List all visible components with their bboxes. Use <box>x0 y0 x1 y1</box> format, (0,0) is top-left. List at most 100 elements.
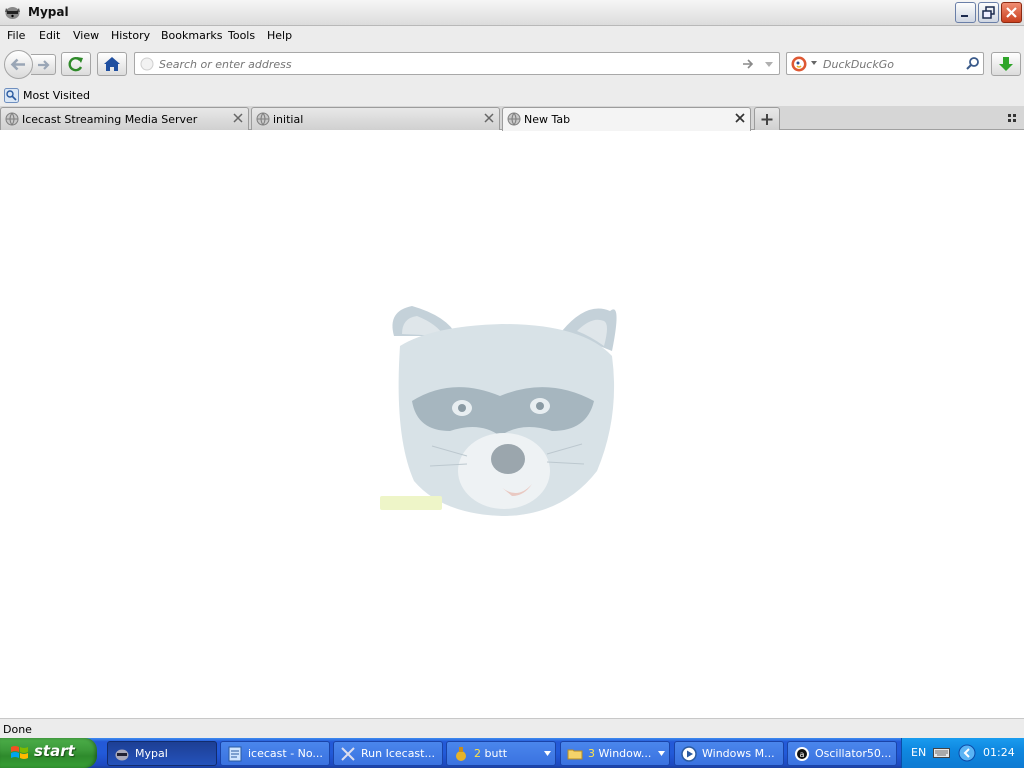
plus-icon <box>761 114 773 125</box>
globe-icon <box>5 112 19 126</box>
close-tab-icon[interactable] <box>484 113 494 123</box>
oscillator-icon: a <box>795 747 809 761</box>
task-label: 2 butt <box>474 747 507 760</box>
address-bar[interactable] <box>134 52 780 75</box>
site-identity-icon[interactable] <box>140 57 154 71</box>
mypal-icon <box>115 749 129 761</box>
status-text: Done <box>3 723 32 736</box>
most-visited-icon <box>4 87 19 103</box>
menu-help[interactable]: Help <box>267 29 292 42</box>
back-arrow-icon <box>10 58 25 71</box>
back-forward-group <box>4 50 58 79</box>
engine-dropdown-icon[interactable] <box>810 59 818 67</box>
tab-strip: Icecast Streaming Media Server initial N… <box>0 106 1024 131</box>
bookmarks-toolbar: Most Visited <box>0 84 1024 106</box>
forward-button[interactable] <box>31 54 56 75</box>
globe-icon <box>507 112 521 126</box>
tab-label: initial <box>273 113 304 126</box>
bookmark-label: Most Visited <box>23 88 90 102</box>
taskbar-item-oscillator[interactable]: a Oscillator50... <box>787 741 897 766</box>
run-icecast-icon <box>341 747 355 761</box>
home-button[interactable] <box>97 52 127 76</box>
close-tab-icon[interactable] <box>233 113 243 123</box>
duckduckgo-icon[interactable] <box>791 56 807 72</box>
tab-label: New Tab <box>524 113 571 126</box>
taskbar-item-run-icecast[interactable]: Run Icecast... <box>333 741 443 766</box>
search-input[interactable] <box>823 56 963 72</box>
system-tray: EN 01:24 <box>901 738 1024 768</box>
notepad-icon <box>228 746 242 762</box>
task-count: 2 <box>474 747 481 760</box>
task-label: icecast - No... <box>248 747 323 760</box>
butt-icon <box>456 747 466 761</box>
language-indicator[interactable]: EN <box>911 746 926 759</box>
minimize-icon <box>961 15 968 17</box>
taskbar: start Mypal icecast - No... Run Icecast.… <box>0 738 1024 768</box>
taskbar-item-mypal[interactable]: Mypal <box>107 741 217 766</box>
window-title: Mypal <box>28 5 69 19</box>
url-dropdown-icon[interactable] <box>763 57 775 71</box>
task-label-text: Window... <box>598 747 652 760</box>
search-icon[interactable] <box>965 56 980 71</box>
task-label-text: butt <box>484 747 508 760</box>
restore-button[interactable] <box>978 2 999 23</box>
home-icon <box>104 57 120 71</box>
clock: 01:24 <box>983 746 1015 759</box>
start-button[interactable]: start <box>0 738 97 768</box>
reload-icon <box>68 57 83 72</box>
go-arrow-icon[interactable] <box>741 57 755 71</box>
tab-new-tab[interactable]: New Tab <box>502 107 751 131</box>
media-player-icon <box>681 746 697 762</box>
close-button[interactable] <box>1001 2 1022 23</box>
download-arrow-icon <box>999 57 1013 71</box>
show-hidden-icons-icon[interactable] <box>958 744 976 762</box>
tab-initial[interactable]: initial <box>251 107 500 130</box>
downloads-button[interactable] <box>991 52 1021 76</box>
task-label: Windows M... <box>702 747 775 760</box>
restore-icon <box>982 6 995 19</box>
globe-icon <box>256 112 270 126</box>
bookmark-most-visited[interactable]: Most Visited <box>4 86 90 104</box>
status-bar: Done <box>0 718 1024 738</box>
svg-text:a: a <box>800 750 805 759</box>
taskbar-item-butt-group[interactable]: 2 butt <box>446 741 556 766</box>
menu-history[interactable]: History <box>111 29 150 42</box>
tab-icecast[interactable]: Icecast Streaming Media Server <box>0 107 249 130</box>
folder-icon <box>567 749 583 760</box>
task-count: 3 <box>588 747 595 760</box>
list-all-tabs-icon[interactable] <box>1006 112 1018 124</box>
mypal-app-icon[interactable] <box>4 4 21 21</box>
menu-bar: File Edit View History Bookmarks Tools H… <box>0 26 1024 46</box>
menu-file[interactable]: File <box>7 29 25 42</box>
forward-arrow-icon <box>38 60 50 70</box>
menu-view[interactable]: View <box>73 29 99 42</box>
minimize-button[interactable] <box>955 2 976 23</box>
menu-edit[interactable]: Edit <box>39 29 60 42</box>
start-label: start <box>34 742 75 760</box>
task-label: Run Icecast... <box>361 747 435 760</box>
windows-logo-icon <box>11 746 28 759</box>
close-icon <box>1006 7 1017 18</box>
keyboard-icon[interactable] <box>933 746 950 759</box>
task-label: Oscillator50... <box>815 747 892 760</box>
page-content <box>0 131 1024 718</box>
back-button[interactable] <box>4 50 33 79</box>
task-label: Mypal <box>135 747 168 760</box>
taskbar-item-windows-media[interactable]: Windows M... <box>674 741 784 766</box>
reload-button[interactable] <box>61 52 91 76</box>
chevron-down-icon <box>658 751 665 756</box>
menu-tools[interactable]: Tools <box>228 29 255 42</box>
menu-bookmarks[interactable]: Bookmarks <box>161 29 222 42</box>
navigation-toolbar <box>0 46 1024 84</box>
search-bar[interactable] <box>786 52 984 75</box>
raccoon-logo-icon <box>380 306 617 516</box>
close-tab-icon[interactable] <box>735 113 745 123</box>
task-label: 3 Window... <box>588 747 651 760</box>
title-bar: Mypal <box>0 0 1024 26</box>
url-input[interactable] <box>159 56 729 72</box>
tab-label: Icecast Streaming Media Server <box>22 113 198 126</box>
new-tab-button[interactable] <box>754 107 780 130</box>
taskbar-item-windows-explorer-group[interactable]: 3 Window... <box>560 741 670 766</box>
chevron-down-icon <box>544 751 551 756</box>
taskbar-item-icecast-notepad[interactable]: icecast - No... <box>220 741 330 766</box>
